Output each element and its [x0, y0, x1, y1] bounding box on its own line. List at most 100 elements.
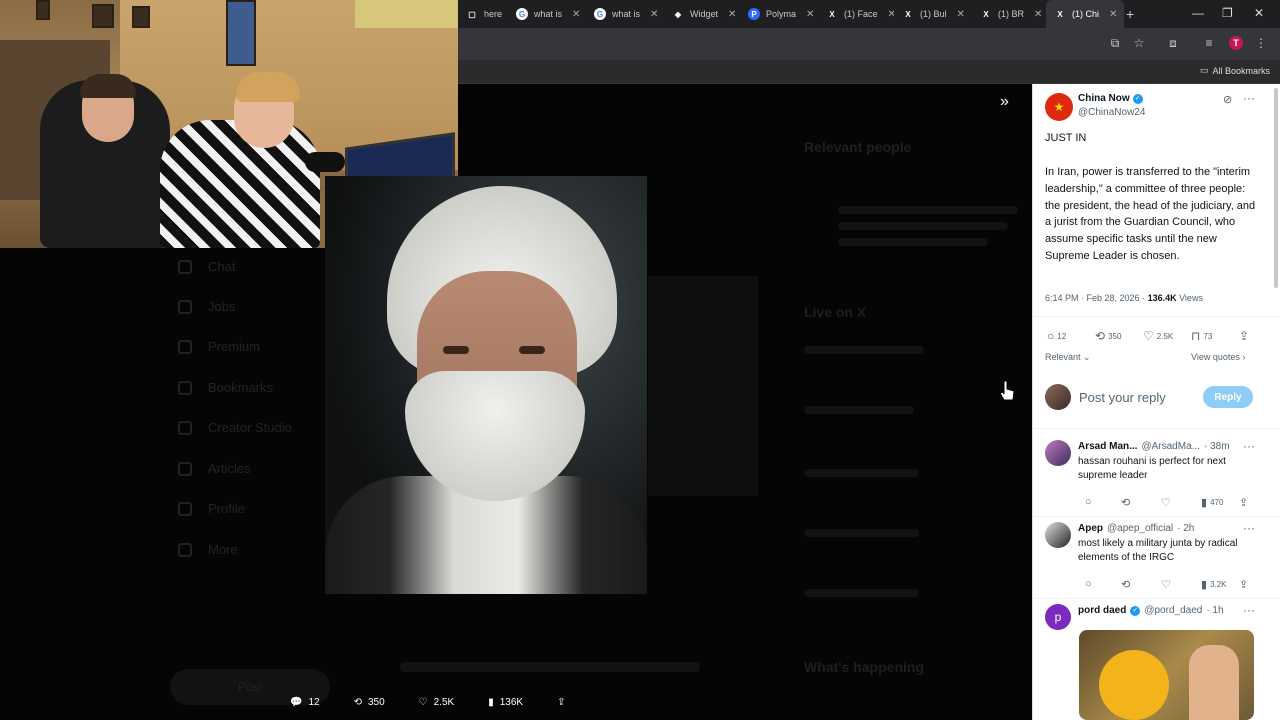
tweet-like-action[interactable]: ♡ 2.5K — [1143, 329, 1173, 343]
tab-0[interactable]: ▢here✕ — [458, 0, 508, 28]
close-tab-icon[interactable]: ✕ — [806, 9, 814, 20]
wall-art — [355, 0, 458, 28]
bookmark-star-icon[interactable]: ☆ — [1132, 36, 1146, 50]
close-tab-icon[interactable]: ✕ — [650, 9, 658, 20]
all-bookmarks-button[interactable]: ▭ All Bookmarks — [1200, 65, 1270, 76]
nav-articles[interactable]: Articles — [178, 461, 251, 476]
reply-share-action[interactable]: ⇪ — [1239, 578, 1248, 591]
heart-icon: ♡ — [1143, 329, 1154, 343]
placeholder-line — [804, 346, 924, 354]
reply-button[interactable]: Reply — [1203, 386, 1253, 408]
tab-1[interactable]: Gwhat is ✕ — [508, 0, 586, 28]
more-options-icon[interactable]: ··· — [1243, 521, 1255, 535]
reply-time[interactable]: · 2h — [1177, 523, 1194, 534]
reply-avatar[interactable] — [1045, 522, 1071, 548]
x-icon: X — [905, 9, 911, 19]
tweet-author-name[interactable]: China Now — [1078, 93, 1130, 104]
nav-label: More — [208, 542, 238, 557]
more-options-icon[interactable]: ··· — [1243, 439, 1255, 453]
bookmark-icon: ⊓ — [1191, 329, 1201, 343]
tweet-bookmark-action[interactable]: ⊓ 73 — [1191, 329, 1212, 343]
share-icon: ⇪ — [1239, 329, 1250, 343]
tweet-share-action[interactable]: ⇪ — [1239, 329, 1249, 343]
tab-label: Polyma — [766, 9, 797, 19]
reply-views-action[interactable]: ▮ 3.2K — [1201, 578, 1227, 591]
reply-handle[interactable]: @apep_official — [1107, 523, 1173, 534]
tweet-reply-action[interactable]: ○ 12 — [1047, 329, 1066, 343]
close-tab-icon[interactable]: ✕ — [1034, 9, 1042, 20]
jobs-icon — [178, 299, 192, 314]
tweet-repost-action[interactable]: ⟲ 350 — [1095, 329, 1121, 343]
reply-reply-action[interactable]: ○ — [1085, 496, 1092, 508]
nav-creator-studio[interactable]: Creator Studio — [178, 420, 292, 435]
profile-avatar[interactable]: T — [1229, 36, 1243, 50]
tab-4[interactable]: P Polyma ✕ — [740, 0, 818, 28]
china-flag-avatar[interactable]: ★ — [1045, 93, 1073, 121]
scrollbar[interactable] — [1274, 88, 1278, 288]
close-tab-icon[interactable]: ✕ — [572, 9, 580, 20]
nav-jobs[interactable]: Jobs — [178, 299, 235, 314]
cast-icon[interactable]: ⧉ — [1108, 36, 1122, 50]
more-options-icon[interactable]: ··· — [1243, 603, 1255, 617]
google-icon: G — [516, 8, 528, 20]
reply-input[interactable]: Post your reply — [1079, 390, 1166, 405]
collapse-panel-icon[interactable]: » — [1000, 93, 1024, 117]
minimize-icon[interactable]: — — [1192, 6, 1204, 20]
repost-icon: ⟲ — [1095, 329, 1106, 343]
reply-author[interactable]: Arsad Man... — [1078, 441, 1137, 452]
reply-share-action[interactable]: ⇪ — [1239, 496, 1248, 509]
nav-premium[interactable]: Premium — [178, 339, 260, 354]
close-tab-icon[interactable]: ✕ — [957, 9, 965, 20]
tab-6[interactable]: X (1) Bul ✕ — [894, 0, 972, 28]
nav-chat[interactable]: Chat — [178, 259, 235, 274]
reply-handle[interactable]: @pord_daed — [1144, 605, 1202, 616]
reply-heart-action[interactable]: ♡ — [1161, 496, 1171, 509]
nav-profile[interactable]: Profile — [178, 501, 245, 516]
close-tab-icon[interactable]: ✕ — [728, 9, 736, 20]
repost-stat[interactable]: ⟲ 350 — [354, 697, 385, 708]
reply-avatar[interactable] — [1045, 440, 1071, 466]
more-options-icon[interactable]: ··· — [1243, 91, 1255, 105]
tweet-author-handle[interactable]: @ChinaNow24 — [1078, 107, 1145, 118]
grok-icon[interactable]: ⊘ — [1223, 93, 1232, 106]
menu-icon[interactable]: ⋮ — [1254, 36, 1268, 50]
reply-heart-action[interactable]: ♡ — [1161, 578, 1171, 591]
reply-stat[interactable]: 💬 12 — [290, 697, 320, 708]
extensions-icon[interactable]: ⧈ — [1166, 36, 1180, 50]
tweet-views-count: 136.4K — [1147, 293, 1177, 303]
nav-more[interactable]: More — [178, 542, 238, 557]
tab-2[interactable]: Gwhat is ✕ — [586, 0, 664, 28]
reply-repost-action[interactable]: ⟲ — [1121, 578, 1130, 591]
tab-3[interactable]: ◆ Widget ✕ — [664, 0, 740, 28]
tab-8[interactable]: X (1) Chi ✕ — [1046, 0, 1124, 28]
sort-dropdown[interactable]: Relevant ⌄ — [1045, 352, 1091, 363]
whats-happening-heading: What's happening — [804, 659, 924, 675]
reply-author[interactable]: Apep — [1078, 523, 1103, 534]
like-stat[interactable]: ♡ 2.5K — [419, 697, 455, 708]
nav-bookmarks[interactable]: Bookmarks — [178, 380, 273, 395]
reply-header: pord daed ✓ @pord_daed · 1h — [1078, 605, 1224, 616]
new-tab-button[interactable]: + — [1126, 6, 1134, 22]
views-stat[interactable]: ▮ 136K — [488, 697, 523, 708]
close-tab-icon[interactable]: ✕ — [1109, 9, 1117, 20]
tab-7[interactable]: X (1) BR ✕ — [972, 0, 1046, 28]
creator-icon — [178, 420, 192, 435]
share-stat[interactable]: ⇪ — [557, 697, 565, 708]
tab-search-icon[interactable]: ≡ — [1202, 36, 1216, 50]
tweet-timestamp[interactable]: 6:14 PM · Feb 28, 2026 · — [1045, 293, 1148, 303]
maximize-icon[interactable]: ❐ — [1222, 6, 1233, 20]
reply-media-image[interactable] — [1079, 630, 1254, 720]
views-icon: ▮ — [488, 696, 494, 708]
reply-time[interactable]: · 38m — [1204, 441, 1230, 452]
close-window-icon[interactable]: ✕ — [1254, 6, 1264, 20]
tab-5[interactable]: X (1) Face ✕ — [818, 0, 894, 28]
reply-repost-action[interactable]: ⟲ — [1121, 496, 1130, 509]
reply-time[interactable]: · 1h — [1206, 605, 1223, 616]
tweet-media-image[interactable] — [325, 176, 647, 594]
reply-avatar[interactable]: p — [1045, 604, 1071, 630]
view-quotes-link[interactable]: View quotes › — [1191, 352, 1245, 362]
reply-reply-action[interactable]: ○ — [1085, 578, 1092, 590]
reply-views-action[interactable]: ▮ 470 — [1201, 496, 1223, 509]
reply-author[interactable]: pord daed — [1078, 605, 1126, 616]
reply-handle[interactable]: @ArsadMa... — [1141, 441, 1200, 452]
